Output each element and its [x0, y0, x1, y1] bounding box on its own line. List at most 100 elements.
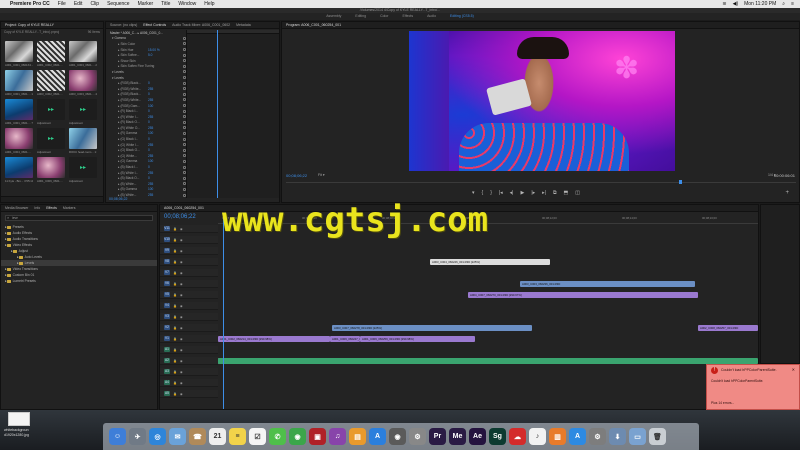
error-notification[interactable]: ! Couldn't load hPPColorParentSuite. ✕ C…	[706, 364, 800, 410]
project-clip-thumbnail[interactable]: A003_C003_0601.... 4:05	[69, 70, 97, 97]
track-header[interactable]: V2 🔒 ◉	[160, 324, 218, 332]
effect-property-value[interactable]: 5.0	[148, 53, 152, 57]
lock-icon[interactable]: 🔒	[173, 260, 177, 264]
photo-booth-icon[interactable]: ▣	[309, 428, 326, 445]
step-forward-button[interactable]: |▸	[531, 190, 535, 196]
list-icon[interactable]: ≡	[791, 1, 794, 7]
effect-property-value[interactable]: 0	[148, 81, 150, 85]
lock-icon[interactable]: 🔒	[173, 227, 177, 231]
export-frame-button[interactable]: ◫	[575, 190, 580, 196]
tab-source[interactable]: Source: (no clips)	[110, 23, 137, 27]
timeline-clip[interactable]: A004_C007_060270_001.R3D [290.67%]	[468, 292, 698, 298]
program-timecode[interactable]: 00;08;06;22	[286, 173, 307, 178]
button-editor-plus-icon[interactable]: +	[785, 190, 789, 196]
project-clip-thumbnail[interactable]: 11 Kyle - Bro... 3:55:14	[5, 157, 33, 184]
menu-title[interactable]: Title	[161, 1, 170, 7]
effect-property-value[interactable]: 255	[148, 193, 153, 197]
search-icon[interactable]: ⌕	[782, 1, 785, 7]
eye-icon[interactable]: ◉	[180, 348, 183, 352]
menu-sequence[interactable]: Sequence	[107, 1, 130, 7]
lock-icon[interactable]: 🔒	[173, 359, 177, 363]
ibooks-icon[interactable]: ▤	[349, 428, 366, 445]
track-header[interactable]: V5 🔒 ◉	[160, 291, 218, 299]
system-prefs-icon[interactable]: ⚙	[409, 428, 426, 445]
project-clip-thumbnail[interactable]: A003_C001_0601.... 1:16:03	[5, 70, 33, 97]
go-to-out-button[interactable]: ▸|	[542, 190, 546, 196]
effect-property-value[interactable]: 255	[148, 115, 153, 119]
after-effects-icon[interactable]: Ae	[469, 428, 486, 445]
mark-out-button[interactable]: }	[490, 190, 492, 196]
timeline-timecode[interactable]: 00;08;06;22	[164, 214, 196, 220]
project-clip-thumbnail[interactable]: A001_C001_0601.... 7:04	[5, 99, 33, 126]
menu-help[interactable]: Help	[204, 1, 214, 7]
track-header[interactable]: V7 🔒 ◉	[160, 269, 218, 277]
project-clip-thumbnail[interactable]: A001_C001_0601X4.... 1:07:04	[5, 41, 33, 68]
app-store-icon[interactable]: A	[369, 428, 386, 445]
effect-property-value[interactable]: 100	[148, 104, 153, 108]
effect-property-value[interactable]: 255	[148, 87, 153, 91]
track-header[interactable]: V6 🔒 ◉	[160, 280, 218, 288]
lock-icon[interactable]: 🔒	[173, 249, 177, 253]
overwrite-button[interactable]: ⬒	[564, 190, 569, 196]
effect-property-value[interactable]: 0	[148, 92, 150, 96]
downloads-icon[interactable]: ⬇	[609, 428, 626, 445]
eye-icon[interactable]: ◉	[180, 260, 183, 264]
speedgrade-icon[interactable]: Sg	[489, 428, 506, 445]
timeline-clip[interactable]: A001_C002_060214_001.R3D [290.98%]	[218, 336, 330, 342]
track-header[interactable]: V3 🔒 ◉	[160, 313, 218, 321]
tab-info[interactable]: Info	[34, 206, 40, 210]
media-encoder-icon[interactable]: Me	[449, 428, 466, 445]
error-more-link[interactable]: Plus 14 errors...	[711, 401, 734, 405]
go-to-in-button[interactable]: |◂	[499, 190, 503, 196]
effect-property-value[interactable]: 100	[148, 131, 153, 135]
tab-metadata[interactable]: Metadata	[236, 23, 251, 27]
app-menu[interactable]: Premiere Pro CC	[10, 1, 50, 7]
track-header[interactable]: V1 🔒 ◉	[160, 335, 218, 343]
effect-property-value[interactable]: 255	[148, 143, 153, 147]
eye-icon[interactable]: ◉	[180, 282, 183, 286]
track-header[interactable]: A4 🔒 ◉	[160, 379, 218, 387]
close-icon[interactable]: ✕	[792, 367, 795, 372]
eye-icon[interactable]: ◉	[180, 326, 183, 330]
lock-icon[interactable]: 🔒	[173, 315, 177, 319]
workspace-tab[interactable]: Audio	[427, 13, 436, 20]
notes-icon[interactable]: ≡	[229, 428, 246, 445]
menu-edit[interactable]: Edit	[74, 1, 83, 7]
lock-icon[interactable]: 🔒	[173, 370, 177, 374]
workspace-tab[interactable]: Effects	[402, 13, 413, 20]
eye-icon[interactable]: ◉	[180, 337, 183, 341]
insert-button[interactable]: ⧉	[553, 190, 557, 196]
wifi-icon[interactable]: ≋	[722, 1, 726, 7]
track-header[interactable]: V4 🔒 ◉	[160, 302, 218, 310]
itunes-icon[interactable]: ♫	[329, 428, 346, 445]
effect-property-value[interactable]: 0	[148, 120, 150, 124]
menu-window[interactable]: Window	[178, 1, 196, 7]
eye-icon[interactable]: ◉	[180, 293, 183, 297]
play-button[interactable]: ▶	[520, 190, 524, 196]
lock-icon[interactable]: 🔒	[173, 337, 177, 341]
creative-cloud-icon[interactable]: ☁	[509, 428, 526, 445]
lock-icon[interactable]: 🔒	[173, 348, 177, 352]
tab-effect-controls[interactable]: Effect Controls	[143, 23, 166, 27]
timeline-playhead[interactable]	[223, 214, 224, 409]
effect-time-ruler[interactable]	[187, 30, 279, 34]
effect-property-value[interactable]: 255	[148, 171, 153, 175]
books-icon[interactable]: ▥	[549, 428, 566, 445]
appstore2-icon[interactable]: A	[569, 428, 586, 445]
eye-icon[interactable]: ◉	[180, 271, 183, 275]
program-playhead[interactable]	[678, 180, 682, 184]
tab-project[interactable]: Project: Copy of KYLE REALLY	[5, 23, 54, 27]
effect-property-value[interactable]: 100	[148, 187, 153, 191]
project-clip-thumbnail[interactable]: ▸▸ Adjustment	[37, 99, 65, 126]
menu-file[interactable]: File	[58, 1, 66, 7]
workspace-tab[interactable]: Assembly	[326, 13, 341, 20]
dvd-icon[interactable]: ◉	[389, 428, 406, 445]
effect-property-value[interactable]: 0	[148, 137, 150, 141]
lock-icon[interactable]: 🔒	[173, 392, 177, 396]
eye-icon[interactable]: ◉	[180, 392, 183, 396]
timeline-clip[interactable]: A001_C006_060247_001.R3D	[330, 336, 360, 342]
effect-property-value[interactable]: 15.00 %	[148, 48, 160, 52]
tab-effects[interactable]: Effects	[46, 206, 57, 210]
timeline-clip[interactable]: A002_C008_060257_001.R3D	[698, 325, 758, 331]
effect-property-value[interactable]: 0	[148, 165, 150, 169]
